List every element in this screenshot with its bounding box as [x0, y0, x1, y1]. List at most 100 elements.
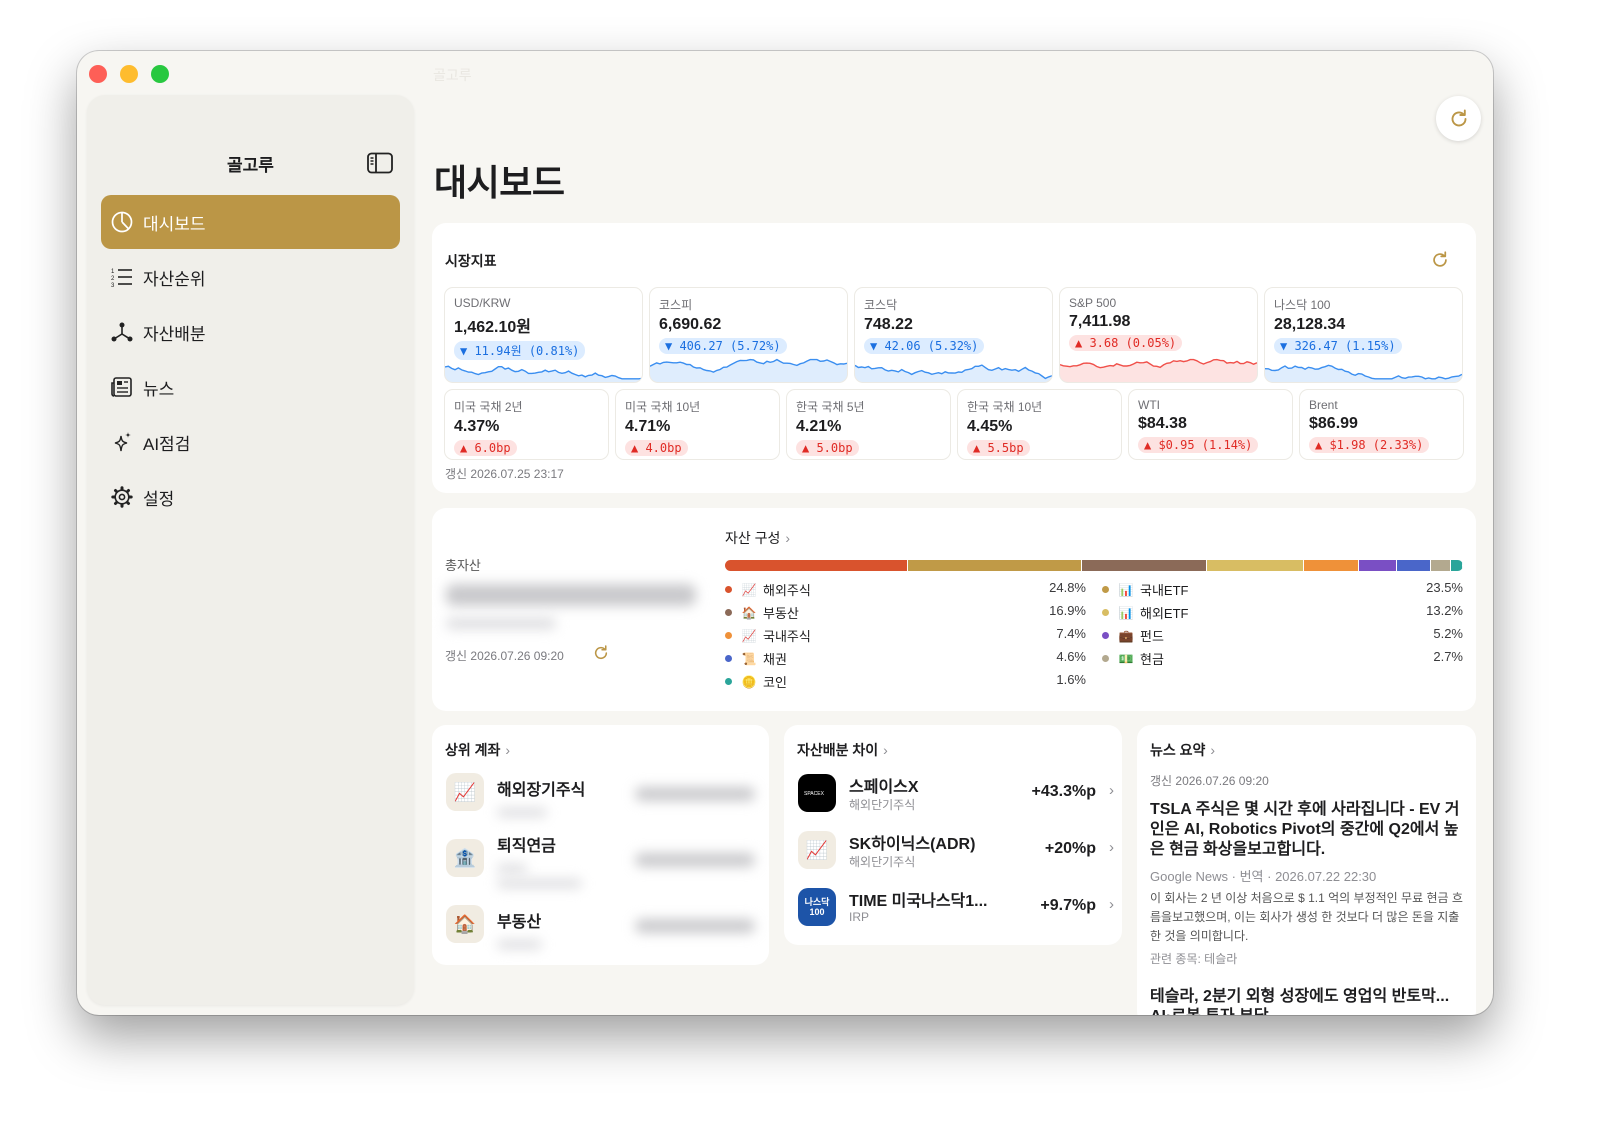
pie-chart-icon [111, 211, 133, 233]
legend-dot [1102, 609, 1109, 616]
sidebar-item-ai-check[interactable]: AI점검 [101, 415, 400, 469]
allocation-item: 🏠 부동산 [725, 603, 799, 622]
chart-up-icon: 📈 [741, 582, 757, 597]
close-window-button[interactable] [89, 65, 107, 83]
market-tile[interactable]: S&P 500 7,411.98 ▲ 3.68 (0.05%) [1059, 287, 1258, 383]
sidebar-item-settings[interactable]: 설정 [101, 470, 400, 524]
app-window: 골고루 골고루 대시보드 123 자산순위 자산배분 뉴스 AI점검 설정 대시… [77, 51, 1493, 1015]
chart-up-icon: 📈 [798, 831, 836, 869]
asset-refresh-icon[interactable] [592, 644, 610, 662]
diff-asset-name: SK하이닉스(ADR) [849, 836, 976, 853]
news-title: 뉴스 요약 [1150, 742, 1206, 758]
sidebar-nav: 대시보드 123 자산순위 자산배분 뉴스 AI점검 설정 [101, 195, 400, 525]
page-title: 대시보드 [434, 162, 565, 203]
tile-value: 4.45% [967, 418, 1013, 435]
account-value-blurred [635, 787, 755, 801]
minimize-window-button[interactable] [120, 65, 138, 83]
market-top-row: USD/KRW 1,462.10원 ▼ 11.94원 (0.81%) 코스피 6… [444, 287, 1463, 383]
account-row[interactable]: 📈 해외장기주식 [446, 773, 585, 817]
svg-text:3: 3 [111, 283, 115, 288]
diff-row[interactable]: SPACEX 스페이스X 해외단기주식 +43.3%p › [798, 772, 1114, 812]
bar-chart-icon: 📊 [1118, 582, 1134, 597]
account-sub-blurred [497, 864, 527, 873]
allocation-item: 🪙 코인 [725, 672, 787, 691]
sparkline [445, 365, 642, 382]
sparkline [650, 358, 847, 382]
allocation-name: 국내주식 [763, 629, 811, 644]
account-row[interactable]: 🏠 부동산 [446, 905, 542, 949]
allocation-segment [1431, 560, 1452, 571]
allocation-item: 📊 국내ETF [1102, 580, 1188, 599]
bank-icon: 🏦 [446, 839, 484, 877]
allocation-pct: 16.9% [1049, 603, 1086, 618]
refresh-button[interactable] [1436, 96, 1481, 141]
diff-asset-name: 스페이스X [849, 779, 919, 796]
news-link[interactable]: 뉴스 요약 › [1150, 740, 1215, 760]
legend-dot [725, 609, 732, 616]
tile-value: 7,411.98 [1069, 313, 1131, 330]
change-badge: ▲ 6.0bp [454, 440, 517, 456]
legend-dot [1102, 586, 1109, 593]
market-tile[interactable]: 한국 국채 5년 4.21% ▲ 5.0bp [786, 389, 951, 460]
gear-icon [111, 486, 133, 508]
svg-text:1: 1 [111, 269, 115, 275]
allocation-pct: 7.4% [1056, 626, 1086, 641]
news-item[interactable]: TSLA 주식은 몇 시간 후에 사라집니다 - EV 거인은 AI, Robo… [1150, 800, 1464, 967]
tile-value: 748.22 [864, 316, 913, 333]
sidebar-item-news[interactable]: 뉴스 [101, 360, 400, 414]
tile-label: 미국 국채 10년 [625, 400, 701, 414]
tile-label: 코스피 [659, 298, 693, 312]
sparkline [1265, 364, 1462, 382]
allocation-name: 해외ETF [1140, 606, 1189, 621]
allocation-segment [1081, 560, 1207, 571]
change-badge: ▲ $1.98 (2.33%) [1309, 437, 1430, 453]
market-tile[interactable]: 미국 국채 2년 4.37% ▲ 6.0bp [444, 389, 609, 460]
market-refresh-icon[interactable] [1430, 250, 1450, 270]
market-tile[interactable]: 미국 국채 10년 4.71% ▲ 4.0bp [615, 389, 780, 460]
account-name: 퇴직연금 [497, 838, 556, 855]
tile-label: USD/KRW [454, 296, 511, 310]
news-headline: TSLA 주식은 몇 시간 후에 사라집니다 - EV 거인은 AI, Robo… [1150, 801, 1460, 858]
allocation-name: 부동산 [763, 606, 799, 621]
diff-row[interactable]: 나스닥 100 TIME 미국나스닥1... IRP +9.7%p › [798, 886, 1114, 926]
sidebar-item-dashboard[interactable]: 대시보드 [101, 195, 400, 249]
tile-value: $86.99 [1309, 415, 1358, 432]
news-meta: Google News · 번역 · 2026.07.22 22:30 [1150, 869, 1377, 884]
news-item[interactable]: 테슬라, 2분기 외형 성장에도 영업익 반토막... AI·로봇 투자 부담 [1150, 987, 1464, 1015]
market-tile[interactable]: WTI $84.38 ▲ $0.95 (1.14%) [1128, 389, 1293, 460]
change-badge: ▲ 5.0bp [796, 440, 859, 456]
zoom-window-button[interactable] [151, 65, 169, 83]
scroll-icon: 📜 [741, 651, 757, 666]
allocation-pct: 13.2% [1426, 603, 1463, 618]
accounts-link[interactable]: 상위 계좌 › [445, 740, 510, 760]
sidebar-item-label: 설정 [143, 489, 175, 509]
svg-text:SPACEX: SPACEX [804, 791, 825, 796]
account-row[interactable]: 🏦 퇴직연금 [446, 829, 582, 888]
news-headline: 테슬라, 2분기 외형 성장에도 영업익 반토막... [1150, 988, 1450, 1005]
tile-label: 나스닥 100 [1274, 298, 1331, 312]
allocation-item: 💼 펀드 [1102, 626, 1164, 645]
market-tile[interactable]: 나스닥 100 28,128.34 ▼ 326.47 (1.15%) [1264, 287, 1463, 383]
sidebar-toggle-icon[interactable] [367, 152, 393, 174]
composition-title: 자산 구성 [725, 530, 781, 546]
market-tile[interactable]: 한국 국채 10년 4.45% ▲ 5.5bp [957, 389, 1122, 460]
legend-dot [725, 678, 732, 685]
sidebar-item-ranking[interactable]: 123 자산순위 [101, 250, 400, 304]
allocation-name: 코인 [763, 675, 787, 690]
allocation-pct: 4.6% [1056, 649, 1086, 664]
market-tile[interactable]: USD/KRW 1,462.10원 ▼ 11.94원 (0.81%) [444, 287, 643, 383]
composition-link[interactable]: 자산 구성 › [725, 528, 790, 548]
market-tile[interactable]: 코스피 6,690.62 ▼ 406.27 (5.72%) [649, 287, 848, 383]
tile-label: 한국 국채 10년 [967, 400, 1043, 414]
allocation-item: 📜 채권 [725, 649, 787, 668]
allocation-name: 현금 [1140, 652, 1164, 667]
tile-value: 4.71% [625, 418, 671, 435]
diff-value: +20%p [1044, 840, 1096, 857]
account-value-blurred [635, 853, 755, 867]
diff-link[interactable]: 자산배분 차이 › [797, 740, 888, 760]
market-tile[interactable]: Brent $86.99 ▲ $1.98 (2.33%) [1299, 389, 1464, 460]
diff-row[interactable]: 📈 SK하이닉스(ADR) 해외단기주식 +20%p › [798, 829, 1114, 869]
sidebar-item-allocation[interactable]: 자산배분 [101, 305, 400, 359]
market-tile[interactable]: 코스닥 748.22 ▼ 42.06 (5.32%) [854, 287, 1053, 383]
sidebar-title: 골고루 [227, 156, 274, 175]
